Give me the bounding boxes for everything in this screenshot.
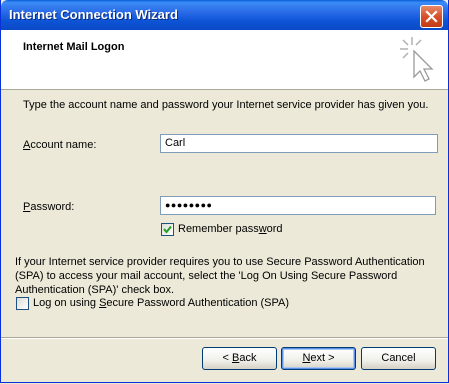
account-name-input[interactable]: Carl	[160, 134, 438, 153]
checkmark-icon	[163, 225, 172, 234]
close-icon	[425, 10, 438, 23]
password-label: Password:	[23, 201, 75, 213]
wizard-window: Internet Connection Wizard Internet Mail…	[0, 0, 449, 383]
remember-password-label[interactable]: Remember password	[178, 223, 283, 235]
next-button[interactable]: Next >	[281, 347, 356, 370]
window-title: Internet Connection Wizard	[9, 7, 178, 22]
spa-description: If your Internet service provider requir…	[15, 256, 425, 296]
page-title: Internet Mail Logon	[23, 41, 125, 53]
close-button[interactable]	[420, 5, 443, 28]
wizard-sparkle-cursor-icon	[400, 37, 434, 82]
wizard-header: Internet Mail Logon	[1, 30, 448, 90]
spa-checkbox-label[interactable]: Log on using Secure Password Authenticat…	[33, 297, 289, 309]
remember-password-checkbox[interactable]	[161, 223, 174, 236]
password-input[interactable]: ●●●●●●●●	[160, 196, 436, 215]
button-separator	[1, 337, 448, 339]
cancel-button[interactable]: Cancel	[361, 347, 436, 370]
back-button[interactable]: < Back	[202, 347, 277, 370]
title-bar[interactable]: Internet Connection Wizard	[1, 0, 448, 30]
instructions-text: Type the account name and password your …	[23, 99, 429, 111]
spa-checkbox[interactable]	[16, 297, 29, 310]
account-name-label: Account name:	[23, 139, 97, 151]
